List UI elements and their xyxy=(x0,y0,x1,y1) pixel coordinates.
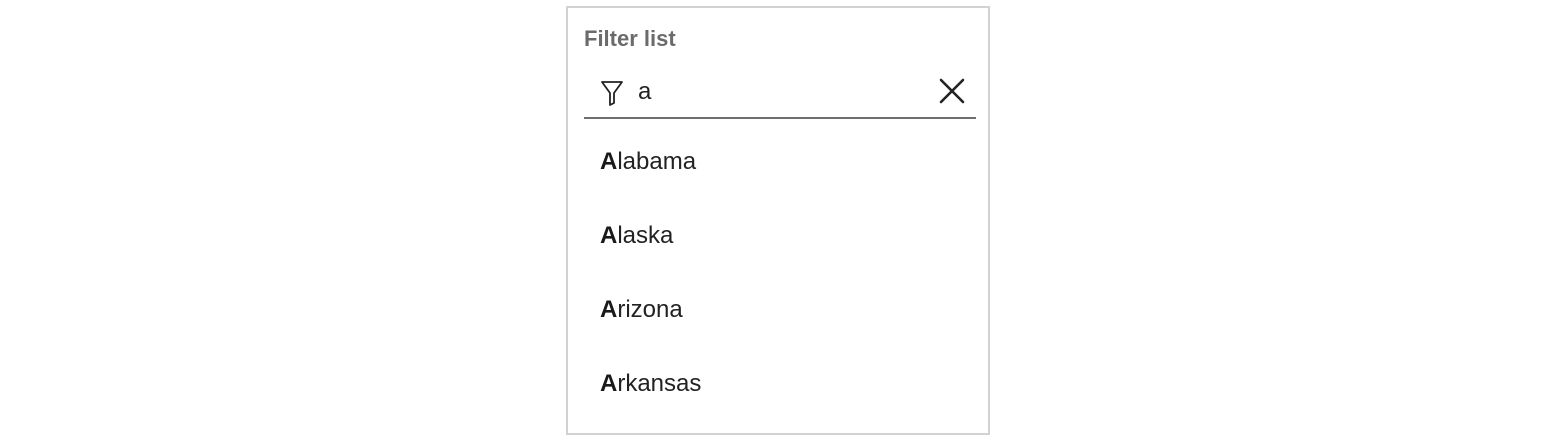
option-rest: laska xyxy=(617,222,674,249)
filter-list-panel: Filter list Alabama Alaska Arizona Arkan… xyxy=(566,6,990,435)
option-rest: labama xyxy=(617,148,697,175)
options-list: Alabama Alaska Arizona Arkansas xyxy=(584,125,976,421)
filter-funnel-icon xyxy=(601,81,623,106)
option-alaska[interactable]: Alaska xyxy=(584,199,976,273)
close-icon xyxy=(939,78,965,104)
option-match: A xyxy=(600,370,618,397)
option-match: A xyxy=(600,222,618,249)
filter-field xyxy=(584,67,976,119)
option-match: A xyxy=(600,148,618,175)
option-match: A xyxy=(600,296,618,323)
filter-label: Filter list xyxy=(584,26,676,51)
option-arkansas[interactable]: Arkansas xyxy=(584,347,976,421)
filter-input[interactable] xyxy=(638,75,928,109)
option-alabama[interactable]: Alabama xyxy=(584,125,976,199)
option-rest: rizona xyxy=(617,296,683,323)
option-rest: rkansas xyxy=(617,370,702,397)
clear-filter-button[interactable] xyxy=(934,73,970,109)
option-arizona[interactable]: Arizona xyxy=(584,273,976,347)
